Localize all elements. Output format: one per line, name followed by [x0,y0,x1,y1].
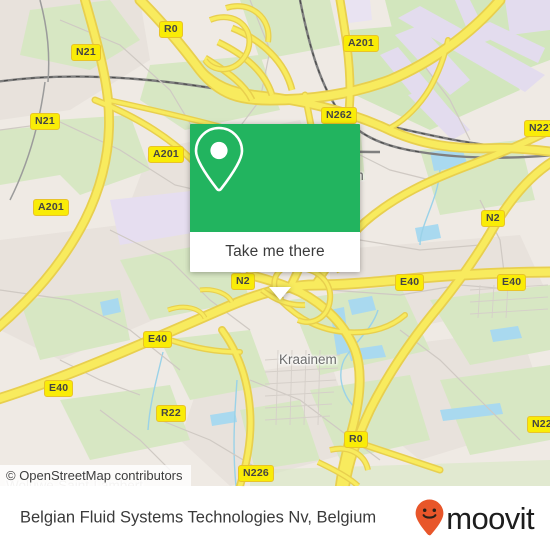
location-title: Belgian Fluid Systems Technologies Nv, B… [20,508,377,527]
road-shield: R0 [344,431,368,448]
popup-action-bar[interactable]: Take me there [190,232,360,272]
bottom-info-bar: Belgian Fluid Systems Technologies Nv, B… [0,486,550,550]
road-shield: N2 [481,210,505,227]
road-shield: N21 [30,113,60,130]
road-shield: E40 [143,331,173,348]
map-canvas[interactable]: R0 N21 A201 N21 N262 A201 N227 A201 N2 N2 E40 E40 E4… [0,0,550,486]
osm-attribution[interactable]: © OpenStreetMap contributors [0,465,191,486]
road-shield: A201 [33,199,69,216]
location-pin-icon [194,126,244,192]
road-shield: N262 [321,107,357,124]
road-shield: N227 [524,120,550,137]
moovit-wordmark: moovit [446,500,534,536]
road-shield: E40 [497,274,527,291]
road-shield: E40 [395,274,425,291]
popup-tail [269,287,291,300]
road-shield: R22 [156,405,186,422]
road-shield: N21 [71,44,101,61]
moovit-smiley-pin-icon [415,499,444,536]
take-me-there-label: Take me there [225,243,325,260]
moovit-logo[interactable]: moovit [414,498,535,538]
road-shield: N226 [238,465,274,482]
moovit-location-screenshot: R0 N21 A201 N21 N262 A201 N227 A201 N2 N2 E40 E40 E4… [0,0,550,550]
road-shield: N2 [231,273,255,290]
place-label: Kraainem [279,352,337,367]
road-shield: N227 [527,416,550,433]
road-shield: R0 [159,21,183,38]
road-shield: E40 [44,380,74,397]
popup-header [190,124,360,232]
location-popup-card[interactable]: Take me there [190,124,360,300]
road-shield: A201 [148,146,184,163]
road-shield: A201 [343,35,379,52]
